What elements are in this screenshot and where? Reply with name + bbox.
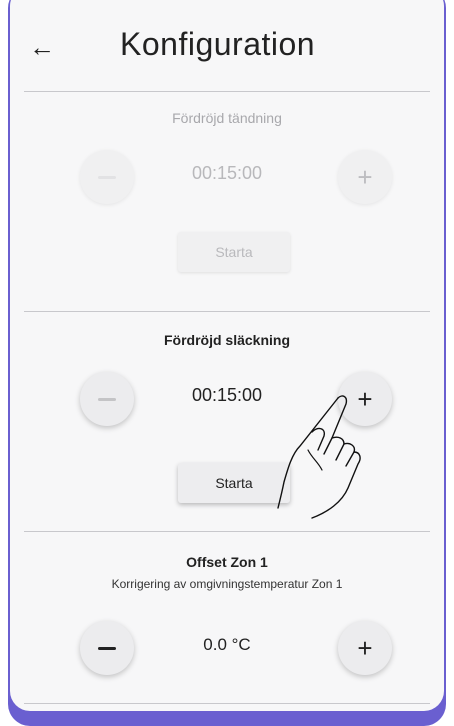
decrement-button[interactable] — [80, 372, 134, 426]
plus-icon: + — [357, 162, 373, 192]
arrow-left-icon: ← — [29, 32, 55, 62]
page-title: Konfiguration — [120, 26, 316, 62]
decrement-button[interactable] — [80, 150, 134, 204]
timer-value: 00:15:00 — [191, 163, 263, 183]
back-button[interactable]: ← — [24, 32, 60, 62]
section-title: Fördröjd tändning — [172, 110, 282, 126]
section-offset-zone-1: Offset Zon 1 Korrigering av omgivningste… — [10, 531, 444, 701]
minus-icon — [98, 646, 116, 650]
pointing-hand-icon — [277, 395, 361, 519]
section-delayed-ignition: Fördröjd tändning 00:15:00 + Starta — [10, 91, 444, 297]
app-header: ← Konfiguration — [10, 0, 444, 78]
increment-button[interactable]: + — [338, 621, 392, 675]
minus-icon — [98, 175, 116, 179]
section-subtitle: Korrigering av omgivningstemperatur Zon … — [111, 577, 343, 591]
minus-icon — [98, 397, 116, 401]
start-button[interactable]: Starta — [178, 232, 290, 272]
section-title: Fördröjd släckning — [163, 332, 290, 348]
section-title: Offset Zon 1 — [186, 554, 268, 570]
temperature-value: 0.0 °C — [203, 635, 251, 654]
section-divider — [24, 703, 430, 704]
increment-button[interactable]: + — [338, 150, 392, 204]
app-screen: ← Konfiguration Fördröjd tändning 00:15:… — [10, 0, 444, 711]
plus-icon: + — [357, 633, 373, 663]
decrement-button[interactable] — [80, 621, 134, 675]
